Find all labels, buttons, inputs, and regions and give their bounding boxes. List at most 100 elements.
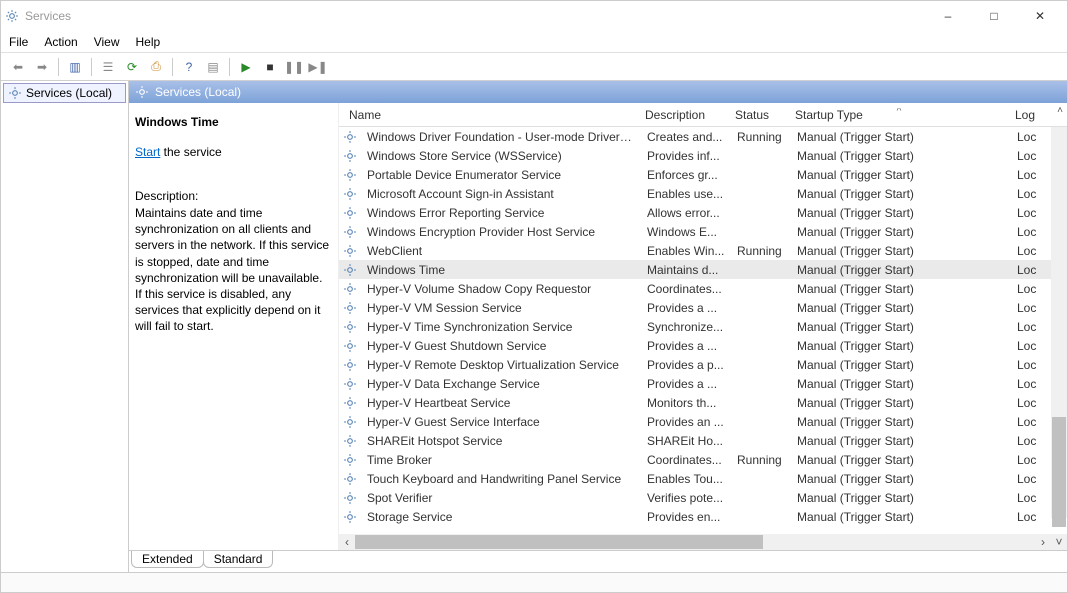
cell-log: Loc — [1011, 130, 1051, 144]
help-button[interactable]: ? — [178, 56, 200, 78]
menu-file[interactable]: File — [9, 35, 28, 49]
service-row[interactable]: Windows Encryption Provider Host Service… — [339, 222, 1067, 241]
cell-desc: Enables Tou... — [641, 472, 731, 486]
page2-icon: ▤ — [207, 60, 218, 74]
service-row[interactable]: Portable Device Enumerator ServiceEnforc… — [339, 165, 1067, 184]
cell-desc: Creates and... — [641, 130, 731, 144]
refresh-button[interactable]: ⟳ — [121, 56, 143, 78]
service-row[interactable]: Windows Error Reporting ServiceAllows er… — [339, 203, 1067, 222]
service-row[interactable]: Hyper-V Guest Shutdown ServiceProvides a… — [339, 336, 1067, 355]
maximize-button[interactable]: □ — [971, 1, 1017, 31]
cell-startup: Manual (Trigger Start) — [791, 149, 1011, 163]
menu-action[interactable]: Action — [44, 35, 77, 49]
service-row[interactable]: Windows Driver Foundation - User-mode Dr… — [339, 127, 1067, 146]
restart-service-button[interactable]: ▶❚ — [307, 56, 329, 78]
cell-desc: Provides a ... — [641, 339, 731, 353]
cell-desc: Enforces gr... — [641, 168, 731, 182]
cell-desc: Provides a ... — [641, 377, 731, 391]
pause-service-button[interactable]: ❚❚ — [283, 56, 305, 78]
gear-icon — [343, 168, 357, 182]
vscroll-thumb[interactable] — [1052, 417, 1066, 527]
forward-button[interactable]: ➡ — [31, 56, 53, 78]
col-name[interactable]: Name — [343, 108, 639, 122]
hscroll-left[interactable]: ‹ — [339, 535, 355, 549]
service-row[interactable]: WebClientEnables Win...RunningManual (Tr… — [339, 241, 1067, 260]
cell-desc: Provides a ... — [641, 301, 731, 315]
col-logon[interactable]: Log — [1009, 108, 1049, 122]
hscroll[interactable]: ‹ › ˅ — [339, 534, 1067, 550]
tab-extended[interactable]: Extended — [131, 551, 204, 568]
show-hide-tree-button[interactable]: ▥ — [64, 56, 86, 78]
service-row[interactable]: Touch Keyboard and Handwriting Panel Ser… — [339, 469, 1067, 488]
cell-name: Storage Service — [361, 510, 641, 524]
minimize-button[interactable]: – — [925, 1, 971, 31]
cell-status: Running — [731, 244, 791, 258]
cell-desc: Provides a p... — [641, 358, 731, 372]
service-row[interactable]: Hyper-V VM Session ServiceProvides a ...… — [339, 298, 1067, 317]
service-row[interactable]: Storage ServiceProvides en...Manual (Tri… — [339, 507, 1067, 526]
cell-startup: Manual (Trigger Start) — [791, 301, 1011, 315]
service-row[interactable]: Hyper-V Time Synchronization ServiceSync… — [339, 317, 1067, 336]
properties-button[interactable]: ☰ — [97, 56, 119, 78]
hscroll-track[interactable] — [355, 535, 1035, 549]
hscroll-down[interactable]: ˅ — [1051, 535, 1067, 549]
menu-view[interactable]: View — [94, 35, 120, 49]
service-row[interactable]: Hyper-V Volume Shadow Copy RequestorCoor… — [339, 279, 1067, 298]
gear-icon — [343, 225, 357, 239]
hscroll-right[interactable]: › — [1035, 535, 1051, 549]
cell-status: Running — [731, 130, 791, 144]
cell-startup: Manual (Trigger Start) — [791, 396, 1011, 410]
window-title: Services — [25, 9, 925, 23]
gear-icon — [343, 149, 357, 163]
service-row[interactable]: Hyper-V Data Exchange ServiceProvides a … — [339, 374, 1067, 393]
nav-root-item[interactable]: Services (Local) — [3, 83, 126, 103]
cell-startup: Manual (Trigger Start) — [791, 472, 1011, 486]
scroll-up-icon[interactable]: ˄ — [1057, 105, 1063, 116]
cell-name: Microsoft Account Sign-in Assistant — [361, 187, 641, 201]
col-description[interactable]: Description — [639, 108, 729, 122]
properties2-button[interactable]: ▤ — [202, 56, 224, 78]
cell-name: Time Broker — [361, 453, 641, 467]
cell-name: Windows Encryption Provider Host Service — [361, 225, 641, 239]
start-suffix: the service — [160, 145, 221, 159]
service-row[interactable]: Time BrokerCoordinates...RunningManual (… — [339, 450, 1067, 469]
service-row[interactable]: Hyper-V Remote Desktop Virtualization Se… — [339, 355, 1067, 374]
service-row[interactable]: Windows Store Service (WSService)Provide… — [339, 146, 1067, 165]
col-startup[interactable]: Startup Type — [789, 108, 1009, 122]
detail-pane: Windows Time Start the service Descripti… — [129, 103, 339, 550]
cell-startup: Manual (Trigger Start) — [791, 491, 1011, 505]
start-link[interactable]: Start — [135, 145, 160, 159]
cell-desc: Allows error... — [641, 206, 731, 220]
cell-log: Loc — [1011, 206, 1051, 220]
hscroll-thumb[interactable] — [355, 535, 763, 549]
gear-icon — [343, 453, 357, 467]
restart-icon: ▶❚ — [308, 60, 327, 74]
cell-desc: Windows E... — [641, 225, 731, 239]
start-service-button[interactable]: ▶ — [235, 56, 257, 78]
service-row[interactable]: Hyper-V Guest Service InterfaceProvides … — [339, 412, 1067, 431]
service-row[interactable]: Hyper-V Heartbeat ServiceMonitors th...M… — [339, 393, 1067, 412]
back-button[interactable]: ⬅ — [7, 56, 29, 78]
cell-log: Loc — [1011, 225, 1051, 239]
stop-icon: ■ — [266, 60, 273, 74]
cell-startup: Manual (Trigger Start) — [791, 377, 1011, 391]
close-button[interactable]: ✕ — [1017, 1, 1063, 31]
cell-desc: Monitors th... — [641, 396, 731, 410]
pause-icon: ❚❚ — [284, 60, 304, 74]
arrow-right-icon: ➡ — [37, 60, 47, 74]
stop-service-button[interactable]: ■ — [259, 56, 281, 78]
menu-help[interactable]: Help — [136, 35, 161, 49]
gear-icon — [343, 206, 357, 220]
cell-startup: Manual (Trigger Start) — [791, 415, 1011, 429]
tab-standard[interactable]: Standard — [203, 551, 274, 568]
service-row[interactable]: Microsoft Account Sign-in AssistantEnabl… — [339, 184, 1067, 203]
col-status[interactable]: Status — [729, 108, 789, 122]
service-row[interactable]: Windows TimeMaintains d...Manual (Trigge… — [339, 260, 1067, 279]
service-row[interactable]: SHAREit Hotspot ServiceSHAREit Ho...Manu… — [339, 431, 1067, 450]
gear-icon — [343, 263, 357, 277]
service-row[interactable]: Spot VerifierVerifies pote...Manual (Tri… — [339, 488, 1067, 507]
export-button[interactable]: ⎙ — [145, 56, 167, 78]
cell-name: Hyper-V Guest Service Interface — [361, 415, 641, 429]
cell-name: Hyper-V Remote Desktop Virtualization Se… — [361, 358, 641, 372]
vscroll[interactable] — [1051, 127, 1067, 518]
